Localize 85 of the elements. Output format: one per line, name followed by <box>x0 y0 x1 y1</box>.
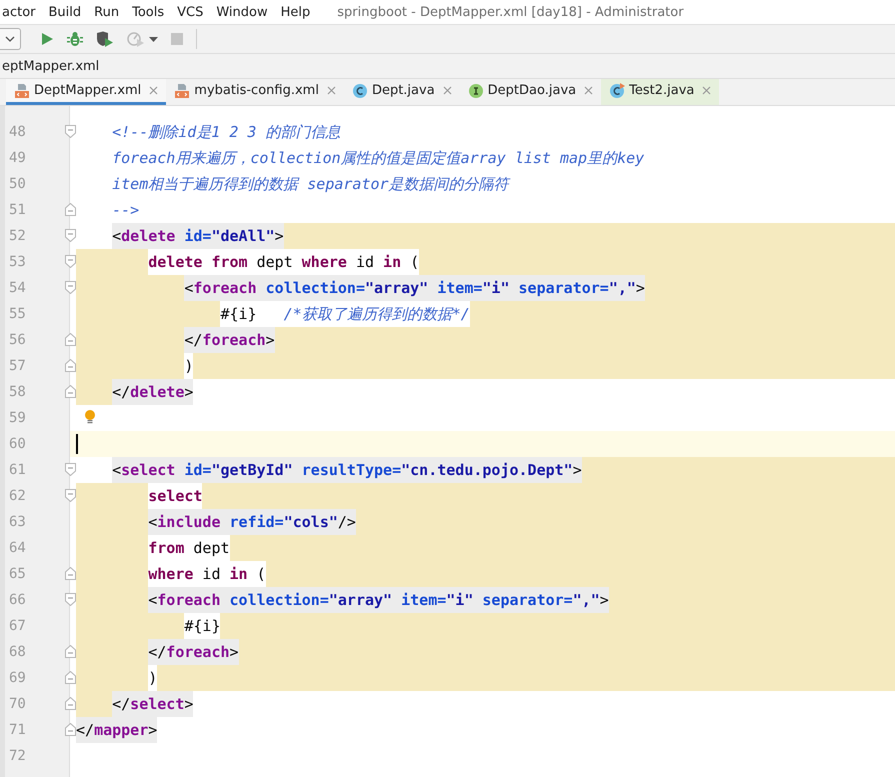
line-number: 58 <box>9 384 26 400</box>
interface-icon <box>468 82 484 98</box>
line-number: 70 <box>9 696 26 712</box>
run-icon[interactable] <box>40 32 54 46</box>
menu-item[interactable]: Help <box>280 4 310 20</box>
code-line: delete from dept where id in ( <box>148 252 420 273</box>
fold-icon[interactable] <box>65 125 76 138</box>
caret-icon[interactable] <box>149 36 158 42</box>
line-number: 49 <box>9 150 26 166</box>
shield-run-icon[interactable] <box>96 31 114 47</box>
line-number: 67 <box>9 618 26 634</box>
fold-icon[interactable] <box>65 489 76 502</box>
code-line: from dept <box>148 538 230 559</box>
bug-icon[interactable] <box>67 31 83 47</box>
line-number: 55 <box>9 306 26 322</box>
code-line: where id in ( <box>148 564 266 585</box>
fold-icon[interactable] <box>65 645 76 658</box>
line-number: 65 <box>9 566 26 582</box>
class-icon <box>352 82 368 98</box>
xml-file-icon <box>174 82 190 98</box>
fold-icon[interactable] <box>65 281 76 294</box>
code-line: item相当于遍历得到的数据 separator是数据间的分隔符 <box>112 174 509 195</box>
fold-icon[interactable] <box>65 593 76 606</box>
code-line: foreach用来遍历，collection属性的值是固定值array list map里的key <box>112 148 644 169</box>
close-icon[interactable] <box>149 86 158 95</box>
line-number: 61 <box>9 462 26 478</box>
close-icon[interactable] <box>326 86 336 95</box>
fold-icon[interactable] <box>65 463 76 476</box>
line-number: 62 <box>9 488 26 504</box>
close-icon[interactable] <box>442 86 452 95</box>
menu-item[interactable]: VCS <box>177 4 204 20</box>
config-dropdown[interactable] <box>0 28 21 50</box>
fold-icon[interactable] <box>65 359 76 372</box>
code-line: ) <box>184 356 194 377</box>
fold-icon[interactable] <box>65 333 76 346</box>
menu-item[interactable]: Run <box>94 4 120 20</box>
fold-icon[interactable] <box>65 255 76 268</box>
menu-item[interactable]: Window <box>216 4 268 20</box>
xml-file-icon <box>14 82 30 98</box>
caret-icon <box>5 36 15 42</box>
line-number: 48 <box>9 124 26 140</box>
line-number: 51 <box>9 202 26 218</box>
fold-icon[interactable] <box>65 567 76 580</box>
file-tab[interactable]: Dept.java <box>344 79 460 105</box>
lightbulb-icon[interactable] <box>84 409 96 425</box>
code-line: select <box>148 486 202 507</box>
file-tab[interactable]: DeptMapper.xml <box>6 79 166 105</box>
code-line: #{i} /*获取了遍历得到的数据*/ <box>220 304 470 325</box>
menu-item[interactable]: actor <box>2 4 36 20</box>
breadcrumb[interactable]: eptMapper.xml <box>2 58 100 74</box>
code-line: --> <box>112 200 140 221</box>
fold-icon[interactable] <box>65 385 76 398</box>
code-line: <!--删除id是1 2 3 的部门信息 <box>112 122 340 143</box>
code-line: ) <box>148 668 158 689</box>
line-number: 64 <box>9 540 26 556</box>
close-icon[interactable] <box>702 86 712 95</box>
line-number: 54 <box>9 280 26 296</box>
fold-icon[interactable] <box>65 203 76 216</box>
code-line: #{i} <box>184 616 220 637</box>
fold-icon[interactable] <box>65 671 76 684</box>
line-number: 53 <box>9 254 26 270</box>
line-number: 66 <box>9 592 26 608</box>
text-cursor <box>76 434 78 454</box>
line-number: 63 <box>9 514 26 530</box>
fold-icon[interactable] <box>65 697 76 710</box>
fold-icon[interactable] <box>65 229 76 242</box>
close-icon[interactable] <box>584 86 594 95</box>
file-tab[interactable]: DeptDao.java <box>460 79 602 105</box>
line-number: 50 <box>9 176 26 192</box>
line-number: 60 <box>9 436 26 452</box>
menu-item[interactable]: Tools <box>132 4 164 20</box>
line-number: 72 <box>9 748 26 764</box>
fold-icon[interactable] <box>65 723 76 736</box>
class-icon <box>609 82 626 98</box>
line-number: 68 <box>9 644 26 660</box>
line-number: 56 <box>9 332 26 348</box>
line-number: 69 <box>9 670 26 686</box>
line-number: 57 <box>9 358 26 374</box>
line-number: 71 <box>9 722 26 738</box>
window-title: springboot - DeptMapper.xml [day18] - Administrator <box>337 4 684 20</box>
file-tab[interactable]: Test2.java <box>601 79 720 105</box>
file-tab[interactable]: mybatis-config.xml <box>166 79 344 105</box>
line-number: 59 <box>9 410 26 426</box>
line-number: 52 <box>9 228 26 244</box>
menu-item[interactable]: Build <box>48 4 82 20</box>
